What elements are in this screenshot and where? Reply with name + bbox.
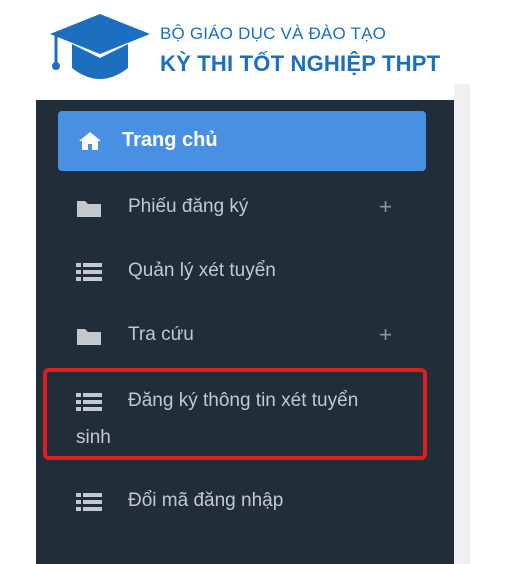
content-edge	[454, 84, 470, 564]
sidebar-item-label: Tra cứu	[128, 324, 194, 345]
sidebar-item-label: Quản lý xét tuyển	[128, 260, 276, 281]
expand-icon[interactable]: +	[379, 322, 392, 348]
graduation-cap-icon	[50, 14, 150, 79]
home-icon	[79, 132, 101, 150]
sidebar-item-label: Phiếu đăng ký	[128, 196, 249, 217]
folder-icon	[77, 329, 101, 345]
sidebar-item-home[interactable]: Trang chủ	[58, 111, 426, 171]
expand-icon[interactable]: +	[379, 194, 392, 220]
list-icon	[76, 493, 102, 511]
folder-icon	[77, 201, 101, 217]
list-icon	[76, 263, 102, 281]
system-name: KỲ THI TỐT NGHIỆP THPT	[160, 51, 441, 76]
org-name: BỘ GIÁO DỤC VÀ ĐÀO TẠO	[160, 24, 387, 43]
highlight-box	[43, 368, 427, 460]
header: BỘ GIÁO DỤC VÀ ĐÀO TẠO KỲ THI TỐT NGHIỆP…	[0, 0, 454, 100]
sidebar-item-label: Đổi mã đăng nhập	[128, 490, 284, 511]
sidebar-item-label: Trang chủ	[122, 129, 218, 151]
